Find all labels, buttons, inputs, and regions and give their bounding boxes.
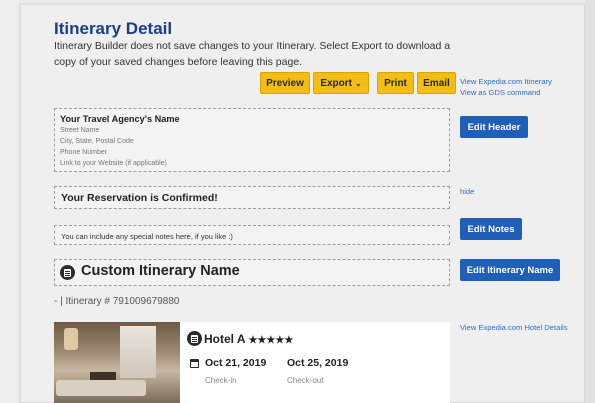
agency-city: City, State, Postal Code <box>60 138 134 145</box>
reservation-box: Your Reservation is Confirmed! <box>54 186 450 209</box>
hotel-name: Hotel A ★★★★★ <box>204 332 294 346</box>
notes-box[interactable]: You can include any special notes here, … <box>54 225 450 245</box>
top-links: View Expedia.com Itinerary View as GDS c… <box>460 76 552 98</box>
edit-header-button[interactable]: Edit Header <box>460 116 528 138</box>
edit-itinerary-name-button[interactable]: Edit Itinerary Name <box>460 259 560 281</box>
itinerary-name-box[interactable]: Custom Itinerary Name <box>54 259 450 286</box>
checkout-label: Check-out <box>287 376 324 385</box>
hotel-icon <box>187 331 202 346</box>
agency-website: Link to your Website (if applicable) <box>60 160 167 167</box>
page-subtitle: Itinerary Builder does not save changes … <box>54 40 451 68</box>
view-itinerary-link[interactable]: View Expedia.com Itinerary <box>460 76 552 87</box>
view-gds-link[interactable]: View as GDS command <box>460 87 552 98</box>
star-rating: ★★★★★ <box>248 335 294 346</box>
checkin-date: Oct 21, 2019 <box>205 357 267 369</box>
calendar-icon <box>190 359 199 368</box>
agency-street: Street Name <box>60 127 100 134</box>
email-button[interactable]: Email <box>417 72 456 94</box>
hotel-card: Hotel A ★★★★★ Oct 21, 2019 Check-in Oct … <box>54 322 450 403</box>
agency-name: Your Travel Agency's Name <box>60 114 180 124</box>
page-title: Itinerary Detail <box>54 19 173 38</box>
hotel-photo <box>54 322 180 403</box>
print-button[interactable]: Print <box>377 72 414 94</box>
agency-phone: Phone Number <box>60 149 108 156</box>
chevron-down-icon: ⌄ <box>354 78 362 88</box>
preview-button[interactable]: Preview <box>260 72 310 94</box>
export-label: Export <box>320 77 352 89</box>
itinerary-icon <box>60 265 75 280</box>
checkin-label: Check-in <box>205 376 237 385</box>
scroll-gutter <box>585 0 595 403</box>
hide-link[interactable]: hide <box>460 187 474 196</box>
itinerary-name: Custom Itinerary Name <box>81 263 240 279</box>
hotel-details-link[interactable]: View Expedia.com Hotel Details <box>460 323 568 332</box>
notes-text: You can include any special notes here, … <box>61 232 233 241</box>
export-button[interactable]: Export ⌄ <box>313 72 369 94</box>
edit-notes-button[interactable]: Edit Notes <box>460 218 522 240</box>
reservation-status: Your Reservation is Confirmed! <box>61 192 218 204</box>
itinerary-number: - | Itinerary # 791009679880 <box>54 296 180 307</box>
checkout-date: Oct 25, 2019 <box>287 357 349 369</box>
agency-header-box[interactable]: Your Travel Agency's Name Street Name Ci… <box>54 108 450 172</box>
